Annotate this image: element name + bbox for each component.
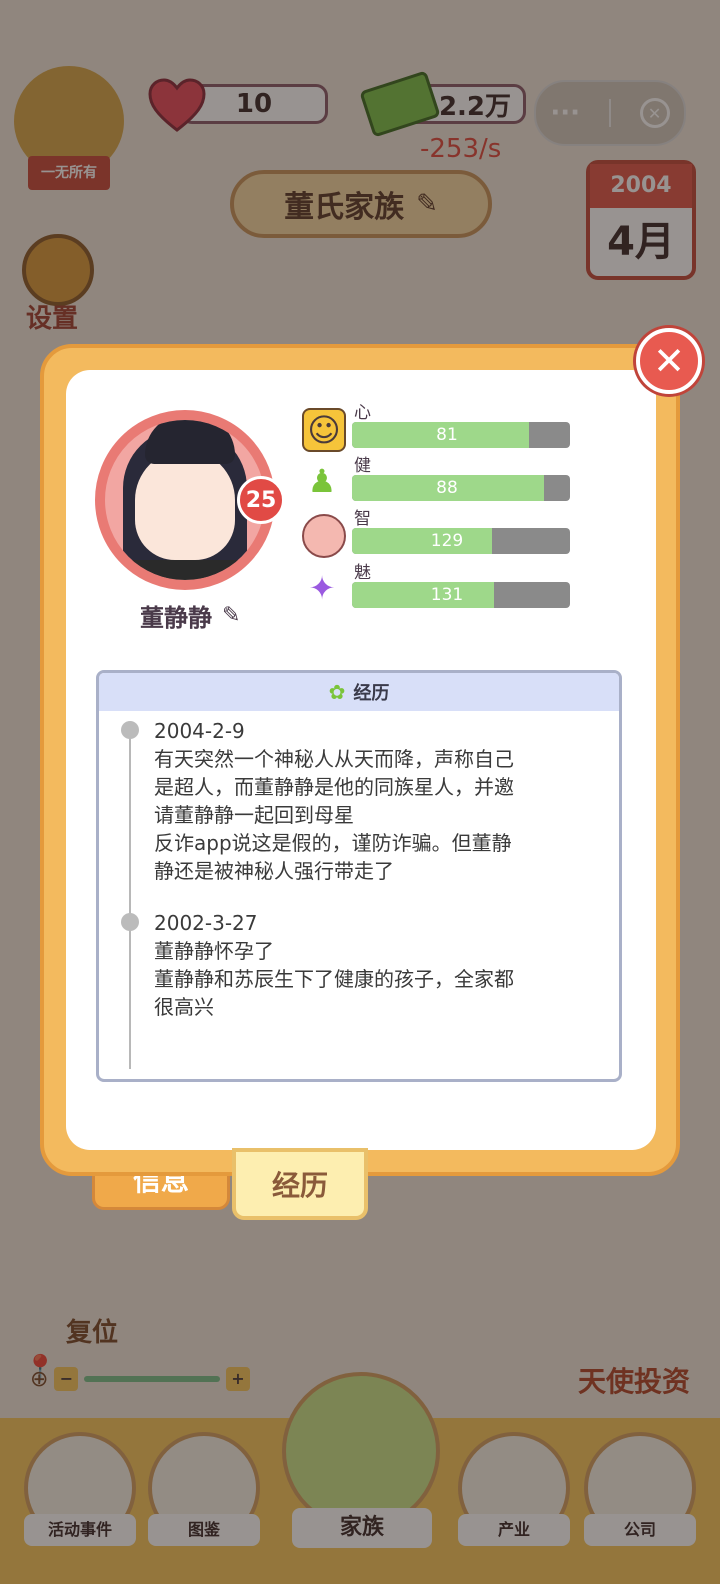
entry-line: 请董静静一起回到母星 — [154, 803, 354, 827]
stat-value: 81 — [436, 425, 458, 445]
stat-value: 131 — [430, 585, 464, 605]
history-entry: 2004-2-9 有天突然一个神秘人从天而降，声称自己 是超人，而董静静是他的同… — [154, 717, 594, 885]
stat-bar: 131 — [352, 582, 570, 608]
body-icon: ♟ — [307, 462, 337, 500]
entry-line: 董静静和苏辰生下了健康的孩子，全家都 — [154, 967, 514, 991]
edit-name-icon[interactable]: ✎ — [222, 603, 240, 628]
sparkle-icon: ✦ — [308, 569, 336, 607]
tab-history[interactable]: 经历 — [232, 1148, 368, 1220]
timeline-line — [129, 731, 131, 1069]
avatar-hat — [145, 420, 235, 464]
character-name: 董静静 — [140, 604, 212, 632]
entry-line: 反诈app说这是假的，谨防诈骗。但董静 — [154, 831, 512, 855]
history-entry: 2002-3-27 董静静怀孕了 董静静和苏辰生下了健康的孩子，全家都 很高兴 — [154, 909, 594, 1021]
smiley-icon: ☺ — [302, 408, 346, 452]
entry-date: 2004-2-9 — [154, 719, 245, 743]
history-title: 经历 — [353, 683, 390, 704]
character-name-row: 董静静 ✎ — [140, 598, 240, 633]
sprout-icon: ✿ — [328, 680, 346, 704]
history-panel[interactable]: ✿ 经历 2004-2-9 有天突然一个神秘人从天而降，声称自己 是超人，而董静… — [96, 670, 622, 1082]
entry-line: 静还是被神秘人强行带走了 — [154, 859, 394, 883]
stat-bar: 129 — [352, 528, 570, 554]
stat-value: 88 — [436, 478, 458, 498]
timeline-dot — [121, 721, 139, 739]
brain-icon — [302, 514, 346, 558]
age-badge: 25 — [237, 476, 285, 524]
close-icon[interactable]: ✕ — [636, 328, 702, 394]
entry-line: 有天突然一个神秘人从天而降，声称自己 — [154, 747, 514, 771]
entry-line: 是超人，而董静静是他的同族星人，并邀 — [154, 775, 514, 799]
entry-line: 董静静怀孕了 — [154, 939, 274, 963]
entry-line: 很高兴 — [154, 995, 214, 1019]
avatar-face — [135, 450, 235, 560]
stat-bar: 88 — [352, 475, 570, 501]
entry-date: 2002-3-27 — [154, 911, 258, 935]
stat-value: 129 — [430, 531, 464, 551]
stat-bar: 81 — [352, 422, 570, 448]
history-header: ✿ 经历 — [99, 673, 619, 711]
timeline-dot — [121, 913, 139, 931]
